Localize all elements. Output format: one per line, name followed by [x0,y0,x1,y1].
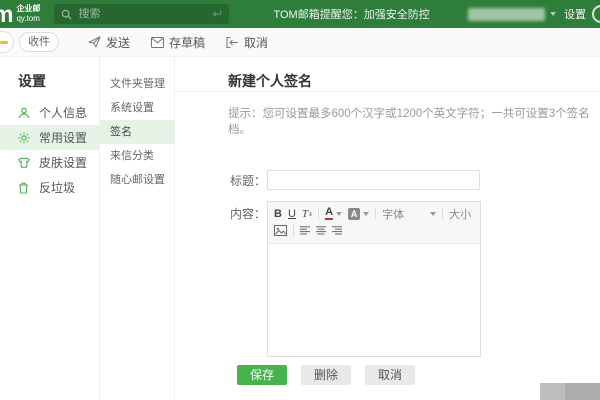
cancel-compose-label: 取消 [244,35,269,50]
cut-off-icon [592,5,600,23]
toolbar-separator [293,224,294,237]
enter-icon [211,9,222,19]
settings-page: 设置 个人信息 常用设置 皮肤设置 反垃圾 文件夹管理 系统设置 签名 来信分类… [0,57,600,400]
save-draft-button[interactable]: 存草稿 [151,34,205,51]
send-button[interactable]: 发送 [88,34,130,51]
trash-icon [18,181,31,194]
page-title: 新建个人签名 [175,57,600,92]
bold-button[interactable]: B [274,207,282,221]
editor-toolbar-row2 [274,222,474,239]
settings-sidebar: 设置 个人信息 常用设置 皮肤设置 反垃圾 [0,57,100,400]
send-icon [88,36,101,48]
signature-title-input[interactable] [267,170,480,190]
receive-mail-button[interactable]: 收件 [19,32,59,52]
remove-format-button[interactable]: Tx [302,207,312,221]
submenu-item-signature[interactable]: 签名 [100,120,174,144]
title-field-label: 标题： [230,173,267,188]
brand-logo[interactable]: m 企业邮 qy.tom [0,0,40,28]
sidebar-item-skin-settings[interactable]: 皮肤设置 [0,150,99,175]
settings-link[interactable]: 设置 [564,6,586,22]
content-field-label: 内容： [230,207,267,221]
editor-toolbar-row1: B U Tx A A 字体 大小 [274,205,474,222]
settings-submenu: 文件夹管理 系统设置 签名 来信分类 随心邮设置 [100,57,175,400]
chevron-down-icon [363,211,370,216]
sidebar-title: 设置 [18,73,46,89]
pencil-icon [0,41,8,44]
signature-content-area[interactable] [268,244,480,356]
gear-icon [18,131,31,144]
submenu-item-system-settings[interactable]: 系统设置 [100,96,174,120]
sidebar-item-label: 个人信息 [39,106,88,120]
signature-panel: 新建个人签名 提示：您可设置最多600个汉字或1200个英文字符；一共可设置3个… [175,57,600,400]
security-notice: TOM邮箱提醒您：加强安全防控 [273,9,430,21]
font-family-label: 字体 [382,208,405,221]
compose-button-fragment[interactable] [0,31,14,53]
chevron-down-icon [430,211,437,216]
toolbar-separator [318,207,320,220]
sidebar-item-label: 常用设置 [39,131,88,145]
submenu-item-folder-management[interactable]: 文件夹管理 [100,72,174,96]
search-box[interactable] [54,4,230,24]
delete-button[interactable]: 删除 [301,365,352,385]
sidebar-item-common-settings[interactable]: 常用设置 [0,125,99,150]
send-label: 发送 [106,35,131,50]
cancel-arrow-icon [226,36,239,48]
signature-title-row: 标题： [230,170,600,190]
bg-color-button[interactable]: A [348,207,370,220]
account-caret-icon[interactable] [550,12,556,16]
brand-line2: qy.tom [16,14,40,23]
align-right-button[interactable] [332,226,342,235]
signature-hint: 提示：您可设置最多600个汉字或1200个英文字符；一共可设置3个签名档。 [228,108,590,136]
toolbar-separator [442,207,444,220]
account-area: 设置 [468,5,600,23]
font-color-a: A [325,206,334,220]
mail-toolbar: 收件 发送 存草稿 取消 [0,28,600,57]
save-button[interactable]: 保存 [237,365,288,385]
search-input[interactable] [76,7,208,21]
account-email-blurred[interactable] [468,7,545,21]
submenu-item-suixin-mail-settings[interactable]: 随心邮设置 [100,168,174,192]
underline-button[interactable]: U [288,207,296,221]
sidebar-item-label: 皮肤设置 [39,156,88,170]
save-draft-label: 存草稿 [169,35,206,50]
align-center-button[interactable] [316,226,326,235]
brand-line1: 企业邮 [16,4,41,13]
signature-content-row: 内容： B U Tx A A 字体 大小 [230,201,600,357]
toolbar-separator [375,207,377,220]
rich-text-editor: B U Tx A A 字体 大小 [267,201,481,357]
form-buttons: 保存 删除 取消 [237,365,600,385]
corner-widget-fragment-light [540,383,565,400]
remove-format-x: x [309,209,313,218]
tshirt-icon [18,156,31,169]
sidebar-item-antispam[interactable]: 反垃圾 [0,175,99,200]
cancel-compose-button[interactable]: 取消 [226,34,268,51]
font-size-dropdown[interactable]: 大小 [449,206,474,222]
brand-mark: m [0,1,14,27]
editor-toolbar: B U Tx A A 字体 大小 [268,202,480,244]
font-size-label: 大小 [449,208,472,221]
chevron-down-icon [336,211,343,216]
sidebar-item-personal-info[interactable]: 个人信息 [0,100,99,125]
font-color-button[interactable]: A [325,206,343,220]
draft-envelope-icon [151,36,165,48]
bg-color-a: A [348,207,361,220]
submenu-item-mail-classification[interactable]: 来信分类 [100,144,174,168]
sidebar-item-label: 反垃圾 [39,181,76,195]
search-icon [61,9,72,20]
user-icon [18,106,31,119]
align-left-button[interactable] [300,226,310,235]
remove-format-t: T [301,207,309,220]
cancel-button[interactable]: 取消 [365,365,416,385]
corner-widget-fragment-dark[interactable] [565,383,600,400]
topbar: m 企业邮 qy.tom TOM邮箱提醒您：加强安全防控 设置 [0,0,600,28]
font-family-dropdown[interactable]: 字体 [382,206,437,222]
brand-text: 企业邮 qy.tom [16,4,40,24]
insert-image-button[interactable] [274,225,287,236]
